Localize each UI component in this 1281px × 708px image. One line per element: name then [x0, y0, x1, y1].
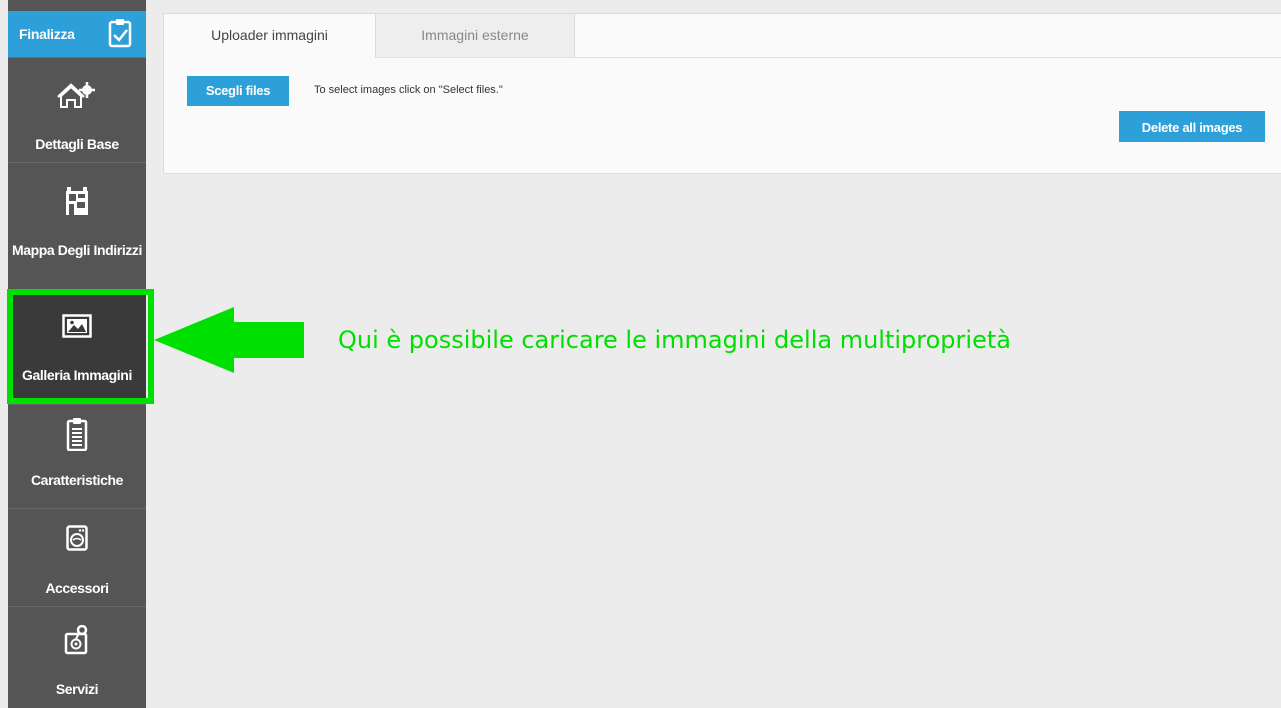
sidebar-item-label: Servizi — [55, 681, 99, 697]
tab-uploader-immagini[interactable]: Uploader immagini — [164, 14, 376, 58]
uploader-panel: Uploader immagini Immagini esterne Scegl… — [163, 13, 1281, 174]
sidebar-item-label: Dettagli Base — [35, 136, 119, 152]
tab-label: Immagini esterne — [421, 27, 529, 43]
arrow-left-icon — [154, 307, 306, 378]
annotation-text: Qui è possibile caricare le immagini del… — [338, 326, 1011, 354]
sidebar-item-label: Accessori — [45, 580, 109, 596]
upload-hint: To select images click on "Select files.… — [314, 84, 503, 96]
clipboard-list-icon — [8, 417, 146, 451]
sidebar-item-caratteristiche[interactable]: Caratteristiche — [8, 404, 146, 508]
sidebar-item-label: Mappa Degli Indirizzi — [11, 242, 143, 258]
delete-all-images-button[interactable]: Delete all images — [1119, 111, 1265, 142]
finalize-label: Finalizza — [19, 26, 75, 42]
sidebar-item-dettagli-base[interactable]: Dettagli Base — [8, 57, 146, 162]
sidebar-item-mappa-degli-indirizzi[interactable]: Mappa Degli Indirizzi — [8, 162, 146, 289]
highlight-box — [7, 289, 154, 404]
sidebar-item-servizi[interactable]: Servizi — [8, 606, 146, 708]
clipboard-check-icon — [108, 18, 132, 53]
tab-immagini-esterne[interactable]: Immagini esterne — [376, 14, 575, 57]
home-gear-icon — [8, 81, 146, 109]
tab-label: Uploader immagini — [211, 27, 328, 43]
service-icon — [8, 625, 146, 655]
tab-bar: Uploader immagini Immagini esterne — [164, 14, 1281, 58]
sidebar-item-accessori[interactable]: Accessori — [8, 508, 146, 606]
sidebar-item-label: Caratteristiche — [30, 472, 124, 488]
choose-files-button[interactable]: Scegli files — [187, 76, 289, 106]
finalize-button[interactable]: Finalizza — [8, 11, 146, 57]
map-icon — [8, 187, 146, 217]
washing-machine-icon — [8, 525, 146, 551]
